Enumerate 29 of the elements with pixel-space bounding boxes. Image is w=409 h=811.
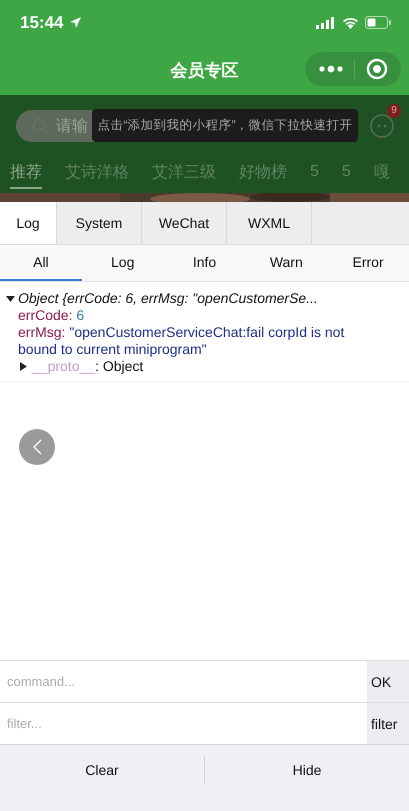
log-filter-tab[interactable]: Info xyxy=(164,245,246,281)
log-property: errMsg: "openCustomerServiceChat:fail corpId is not bound to current miniprogram" xyxy=(17,324,346,358)
battery-icon xyxy=(365,16,391,29)
close-target-icon[interactable] xyxy=(366,58,388,80)
log-filter-tab[interactable]: Log xyxy=(82,245,164,281)
tooltip: 点击“添加到我的小程序”，微信下拉快速打开 xyxy=(92,109,358,142)
log-filter-tab[interactable]: Warn xyxy=(245,245,328,281)
filter-button[interactable]: filter xyxy=(367,703,409,744)
chevron-left-icon[interactable] xyxy=(32,439,42,455)
status-time: 15:44 xyxy=(20,12,64,32)
page-title: 会员专区 xyxy=(170,60,238,82)
log-filter-tab[interactable]: Error xyxy=(327,245,409,281)
more-icon[interactable] xyxy=(318,65,342,73)
log-filter-tab[interactable]: All xyxy=(0,245,82,281)
back-button[interactable] xyxy=(19,429,55,465)
expand-triangle-icon[interactable] xyxy=(6,294,15,303)
wifi-icon xyxy=(342,16,359,28)
console-button[interactable]: Clear xyxy=(0,745,204,795)
console-tab[interactable]: Log xyxy=(0,202,57,244)
location-arrow-icon xyxy=(69,16,82,29)
unread-badge: 9 xyxy=(387,104,401,118)
signal-icon xyxy=(316,16,336,28)
collapsed-triangle-icon[interactable] xyxy=(20,362,27,371)
log-summary: Object {errCode: 6, errMsg: "openCustomerSe... xyxy=(18,290,318,307)
ok-button[interactable]: OK xyxy=(367,661,409,702)
log-property: errCode: 6 xyxy=(17,307,86,324)
console-button[interactable]: Hide xyxy=(205,745,409,795)
log-property: __proto__: Object xyxy=(32,358,144,375)
capsule-menu[interactable] xyxy=(305,52,401,86)
